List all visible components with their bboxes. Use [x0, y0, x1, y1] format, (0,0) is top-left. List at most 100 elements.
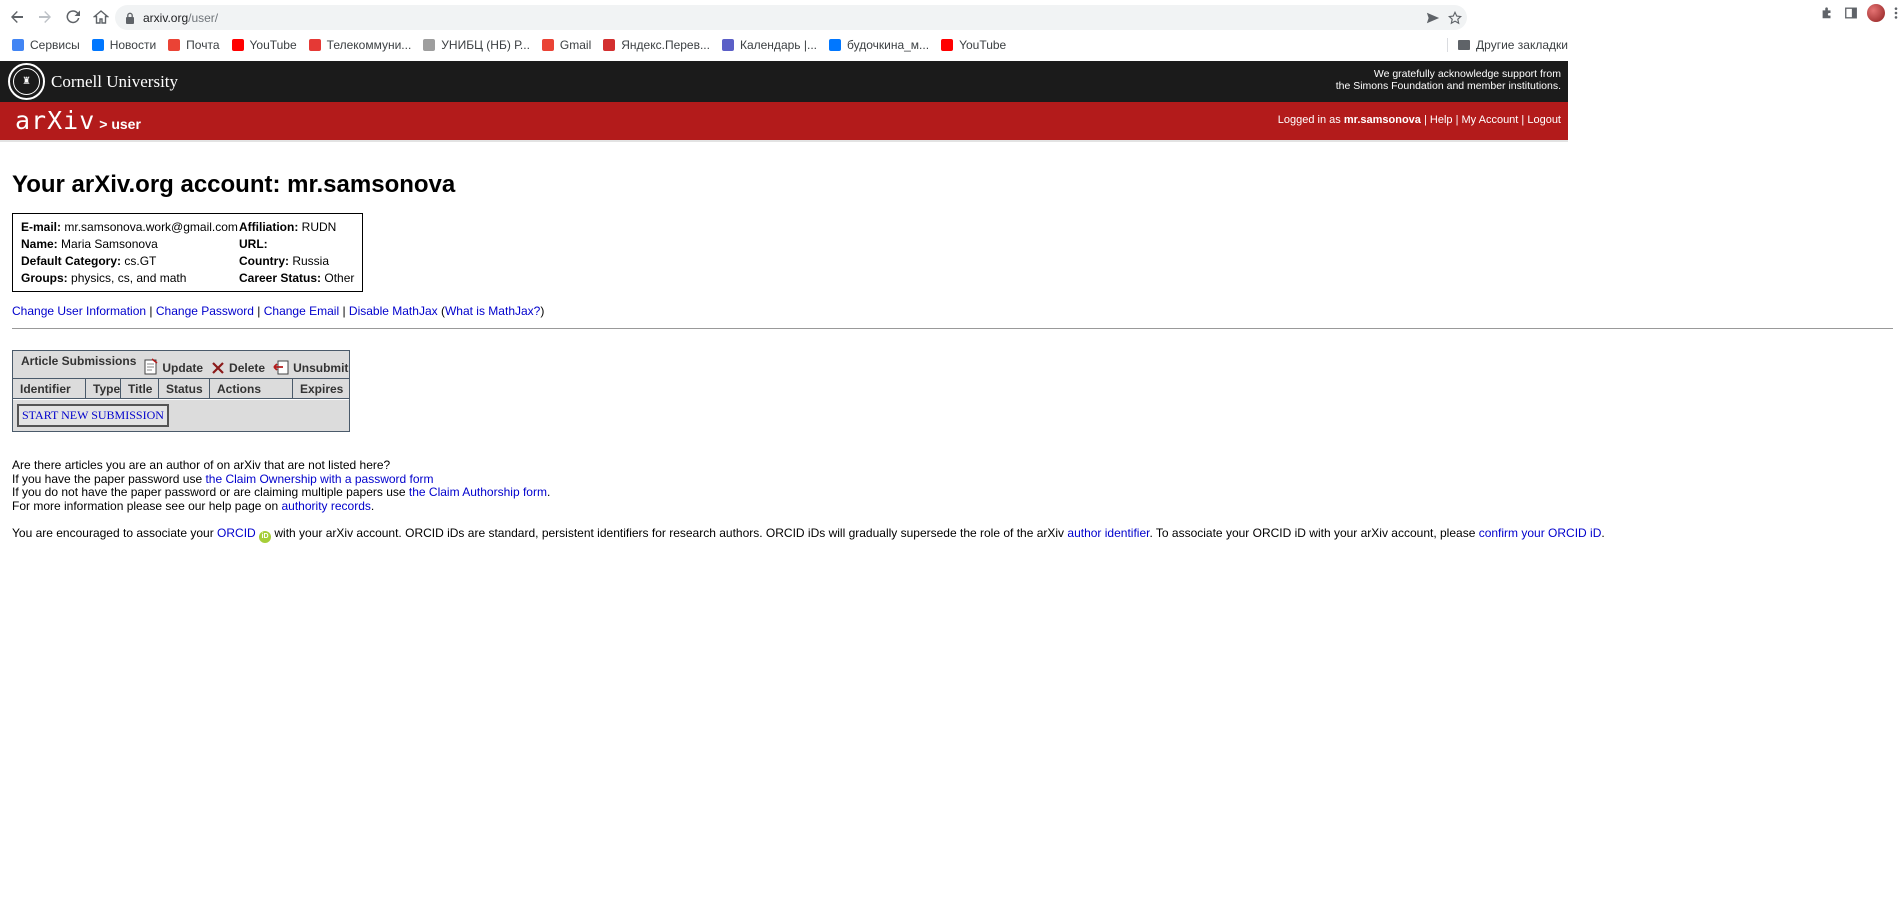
- claim-line-2-text: If you have the paper password use: [12, 471, 206, 486]
- claim-authorship-link[interactable]: the Claim Authorship form: [409, 485, 547, 499]
- side-panel-icon[interactable]: [1843, 5, 1859, 21]
- browser-toolbar: arxiv.org/user/: [0, 0, 1898, 34]
- forward-icon[interactable]: [34, 6, 56, 28]
- bookmark-item[interactable]: Почта: [168, 38, 220, 52]
- country-label: Country:: [239, 254, 289, 268]
- author-identifier-link[interactable]: author identifier: [1067, 526, 1149, 540]
- claim-section: Are there articles you are an author of …: [12, 458, 1893, 513]
- breadcrumb: > user: [99, 116, 141, 132]
- claim-ownership-link[interactable]: the Claim Ownership with a password form: [205, 472, 433, 486]
- email-value: mr.samsonova.work@gmail.com: [64, 220, 238, 234]
- arxiv-header: arXiv > user Logged in as mr.samsonova |…: [0, 102, 1568, 142]
- url-label: URL:: [239, 237, 268, 251]
- bookmark-item[interactable]: Новости: [91, 38, 156, 52]
- name-row: Name: Maria Samsonova: [21, 237, 239, 251]
- orcid-section: You are encouraged to associate your ORC…: [12, 526, 1893, 543]
- extensions-icon[interactable]: [1819, 5, 1835, 21]
- bookmark-label: Почта: [186, 38, 220, 52]
- bookmark-item[interactable]: Яндекс.Перев...: [603, 38, 710, 52]
- bookmark-label: Телекоммуни...: [326, 38, 412, 52]
- country-value: Russia: [292, 254, 330, 268]
- bookmark-item[interactable]: Gmail: [541, 38, 592, 52]
- url-path: /user/: [188, 10, 219, 25]
- vk-icon: [829, 39, 841, 51]
- groups-value: physics, cs, and math: [71, 271, 187, 285]
- confirm-orcid-link[interactable]: confirm your ORCID iD: [1479, 526, 1602, 540]
- back-icon[interactable]: [6, 6, 28, 28]
- bookmark-label: Gmail: [559, 38, 592, 52]
- gmail-icon: [541, 39, 554, 51]
- my-account-link[interactable]: My Account: [1462, 114, 1519, 126]
- vk-icon: [91, 39, 104, 51]
- claim-line-4-text: For more information please see our help…: [12, 498, 282, 513]
- main-content: Your arXiv.org account: mr.samsonova E-m…: [12, 143, 1893, 543]
- change-user-info-link[interactable]: Change User Information: [12, 304, 146, 318]
- telecom-icon: [308, 39, 321, 51]
- bookmark-item[interactable]: будочкина_м...: [829, 38, 929, 52]
- bookmark-item[interactable]: Календарь |...: [721, 38, 817, 52]
- ack-line-1: We gratefully acknowledge support from: [1373, 68, 1561, 80]
- folder-icon: [1458, 40, 1471, 50]
- delete-action: Delete: [211, 361, 265, 375]
- bookmark-item[interactable]: YouTube: [231, 38, 297, 52]
- username: mr.samsonova: [1343, 114, 1421, 126]
- change-password-link[interactable]: Change Password: [156, 304, 254, 318]
- bookmark-item[interactable]: Сервисы: [12, 38, 80, 52]
- groups-row: Groups: physics, cs, and math: [21, 271, 239, 285]
- change-email-link[interactable]: Change Email: [264, 304, 339, 318]
- col-actions: Actions: [210, 379, 293, 398]
- orcid-text-1: You are encouraged to associate your: [12, 526, 218, 540]
- send-icon[interactable]: [1425, 10, 1441, 26]
- col-title: Title: [121, 379, 159, 398]
- update-label: Update: [162, 361, 204, 375]
- submissions-title: Article Submissions: [21, 354, 137, 368]
- delete-label: Delete: [229, 361, 266, 375]
- help-link[interactable]: Help: [1430, 114, 1453, 126]
- bookmark-item[interactable]: Телекоммуни...: [308, 38, 412, 52]
- category-value: cs.GT: [124, 254, 157, 268]
- bookmark-label: YouTube: [959, 38, 1007, 52]
- what-is-mathjax-link[interactable]: What is MathJax?: [445, 304, 540, 318]
- unsubmit-icon: [273, 360, 289, 375]
- gmail-icon: [168, 39, 181, 51]
- submissions-columns: Identifier Type Title Status Actions Exp…: [13, 379, 349, 399]
- update-action: Update: [144, 358, 203, 375]
- reload-icon[interactable]: [62, 6, 84, 28]
- claim-line-3-end: .: [546, 485, 551, 499]
- cornell-seal-logo[interactable]: ♜: [8, 63, 45, 100]
- career-label: Career Status:: [239, 271, 322, 285]
- orcid-text-2: with your arXiv account. ORCID iDs are s…: [271, 526, 1068, 540]
- bookmark-label: Сервисы: [30, 38, 80, 52]
- menu-kebab-icon[interactable]: [1893, 5, 1899, 21]
- col-type: Type: [86, 379, 121, 398]
- bookmark-item[interactable]: YouTube: [941, 38, 1006, 52]
- yandex-translate-icon: [603, 39, 616, 51]
- bookmark-label: YouTube: [249, 38, 297, 52]
- other-bookmarks-folder[interactable]: Другие закладки: [1458, 34, 1568, 56]
- authority-records-link[interactable]: authority records: [282, 499, 371, 513]
- orcid-link[interactable]: ORCID: [217, 526, 256, 540]
- orcid-id-icon: iD: [259, 531, 272, 543]
- update-icon: [144, 358, 158, 375]
- affiliation-row: Affiliation: RUDN: [239, 220, 354, 234]
- address-bar[interactable]: arxiv.org/user/: [115, 5, 1467, 30]
- bookmark-star-icon[interactable]: [1447, 10, 1463, 26]
- bookmark-item[interactable]: УНИБЦ (НБ) Р...: [423, 38, 530, 52]
- user-nav: Logged in as mr.samsonova | Help | My Ac…: [1277, 114, 1561, 126]
- bookmarks-separator: [1447, 38, 1448, 52]
- start-new-submission-button[interactable]: START NEW SUBMISSION: [17, 404, 169, 427]
- disable-mathjax-link[interactable]: Disable MathJax: [349, 304, 438, 318]
- country-row: Country: Russia: [239, 254, 354, 268]
- submissions-table: Article Submissions Update Delete Unsubm…: [12, 350, 350, 432]
- home-icon[interactable]: [90, 6, 112, 28]
- url-row: URL:: [239, 237, 354, 251]
- groups-label: Groups:: [21, 271, 68, 285]
- profile-avatar[interactable]: [1867, 4, 1885, 22]
- support-acknowledgement: We gratefully acknowledge support from t…: [1336, 68, 1561, 92]
- arxiv-logo[interactable]: arXiv > user: [15, 106, 141, 135]
- youtube-icon: [941, 39, 954, 51]
- arxiv-logo-text: arXiv: [15, 106, 96, 135]
- account-links: Change User Information | Change Passwor…: [12, 304, 545, 318]
- cornell-name[interactable]: Cornell University: [51, 72, 178, 92]
- logout-link[interactable]: Logout: [1527, 114, 1561, 126]
